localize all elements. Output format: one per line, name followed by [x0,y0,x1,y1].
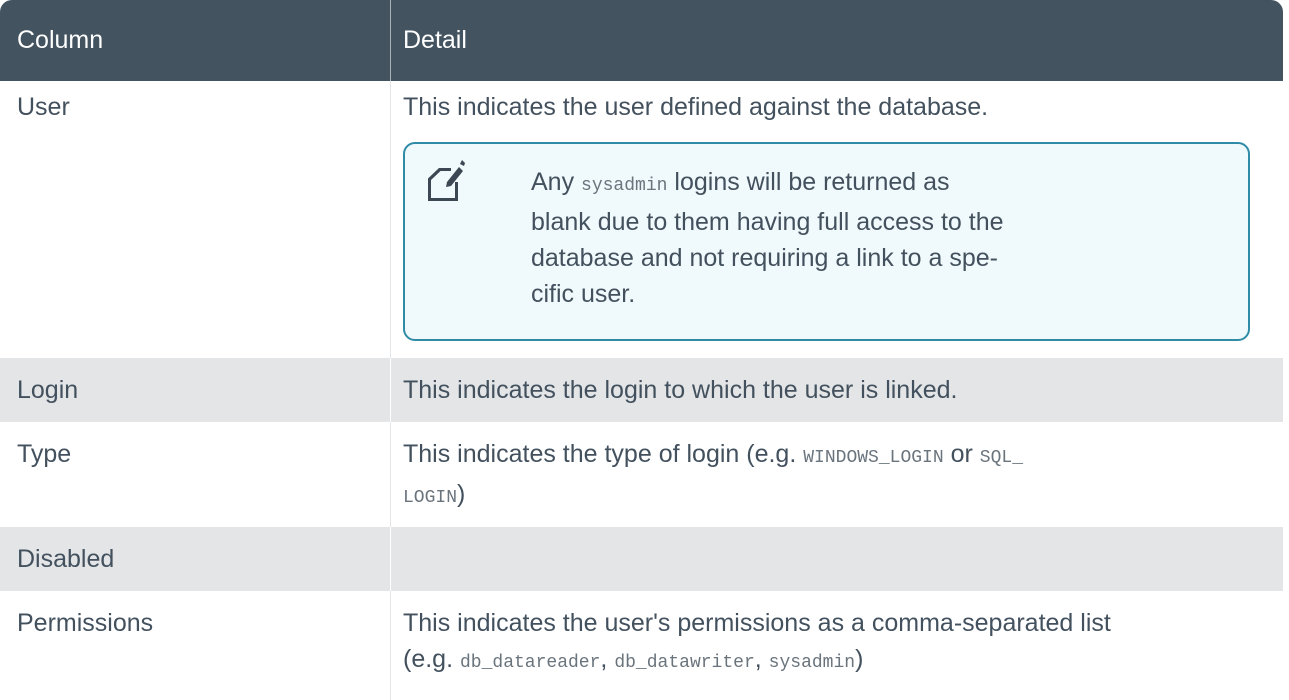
header-detail: Detail [403,26,467,54]
column-divider [390,527,391,591]
detail-line1: This indicates the user's permissions as… [403,609,1111,637]
code-sysadmin: sysadmin [768,653,856,673]
row-column-label: Permissions [17,609,154,637]
code-sql-login-part2: LOGIN [403,488,458,508]
row-column-label: Type [17,440,72,468]
detail-sep-1: , [600,645,615,673]
detail-suffix: ) [855,645,864,673]
note-callout: Any sysadmin logins will be returned as … [403,142,1250,341]
detail-suffix: ) [457,480,466,508]
detail-prefix: This indicates the type of login (e.g. [403,440,804,468]
row-column-label: User [17,93,70,121]
code-sql-login-part1: SQL_ [979,448,1024,468]
column-divider [390,81,391,358]
row-column-label: Disabled [17,545,115,573]
table-row-type: Type This indicates the type of login (e… [0,422,1283,527]
column-divider [390,591,391,700]
table-header: Column Detail [0,0,1283,81]
note-text-line1-suffix: logins will be returned as [667,168,950,196]
row-detail-text: This indicates the user's permissions as… [403,605,1263,681]
header-column: Column [17,26,104,54]
row-detail-text: This indicates the user defined against … [403,93,989,121]
row-column-label: Login [17,376,79,404]
note-edit-icon [428,160,465,201]
detail-prefix: (e.g. [403,645,460,673]
table-row-disabled: Disabled [0,527,1283,591]
note-code-sysadmin: sysadmin [581,176,668,196]
note-text-line3: database and not requiring a link to a s… [531,244,998,272]
note-text: Any sysadmin logins will be returned as … [531,164,1131,312]
column-divider [390,422,391,527]
row-detail-text: This indicates the login to which the us… [403,376,958,404]
details-table: Column Detail User This indicates the us… [0,0,1283,700]
note-text-prefix: Any [531,168,582,196]
column-divider [390,358,391,422]
code-db-datawriter: db_datawriter [614,653,755,673]
code-db-datareader: db_datareader [459,653,601,673]
detail-sep-2: , [754,645,769,673]
row-detail-text: This indicates the type of login (e.g. W… [403,436,1263,516]
note-text-line4: cific user. [531,280,636,308]
code-windows-login: WINDOWS_LOGIN [803,448,944,468]
detail-mid: or [943,440,980,468]
table-row-login: Login This indicates the login to which … [0,358,1283,422]
note-text-line2: blank due to them having full access to … [531,208,1004,236]
table-row-permissions: Permissions This indicates the user's pe… [0,591,1283,700]
header-divider [390,0,391,81]
